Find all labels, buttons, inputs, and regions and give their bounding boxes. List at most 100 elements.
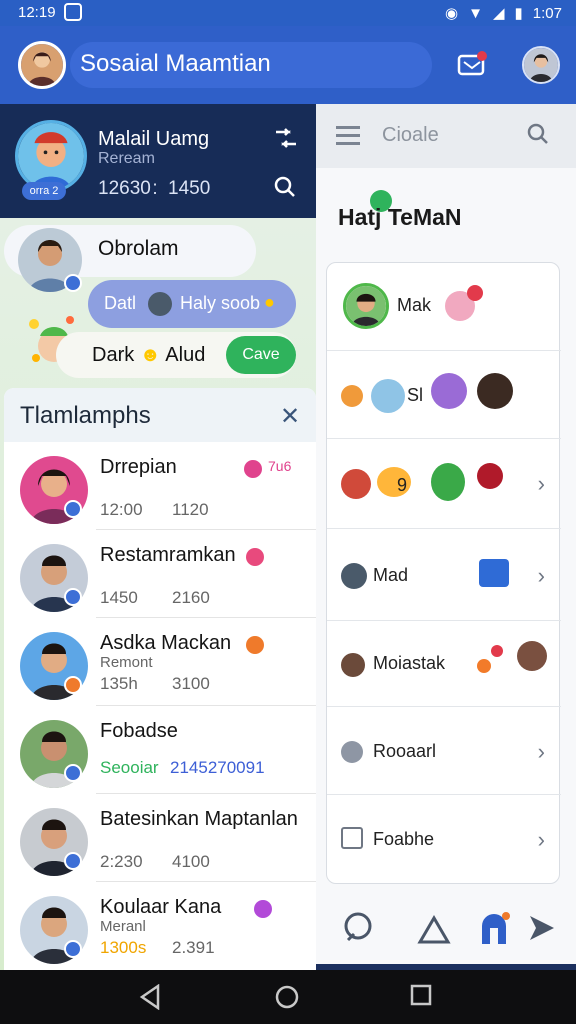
contacts-title: Tlamlamphs: [20, 402, 151, 429]
home-icon[interactable]: [274, 984, 300, 1010]
contact-time-b: 2145270091: [170, 758, 265, 777]
online-badge: [64, 274, 82, 292]
red-badge-icon: [467, 285, 483, 301]
friend-item[interactable]: Mad ›: [327, 529, 561, 621]
contact-name: Koulaar Kana: [100, 896, 222, 918]
friend-item[interactable]: Moiastak: [327, 621, 561, 707]
dot-icon: [491, 645, 503, 657]
profile-header: orra 2 Malail Uamg Reream 12630 : 1450: [0, 104, 316, 218]
messages-icon[interactable]: [456, 50, 488, 78]
friend-avatar: [477, 373, 513, 409]
chat-text-3b: Alud: [165, 344, 206, 366]
contact-row[interactable]: Fobadse Seooiar 2145270091: [4, 706, 316, 794]
alarm-icon: ◉: [445, 5, 459, 22]
profile-stat-b: 1450: [168, 178, 211, 199]
share-tab-icon[interactable]: [524, 910, 560, 946]
contacts-header: Tlamlamphs ✕: [4, 388, 316, 442]
circle-icon: [341, 741, 363, 763]
friend-item[interactable]: Foabhe ›: [327, 795, 561, 883]
online-badge: [64, 940, 82, 958]
bottom-tabs: [316, 896, 576, 964]
chevron-right-icon[interactable]: ›: [538, 739, 545, 765]
friends-title: Hatj TeMaN: [338, 204, 462, 230]
close-icon[interactable]: ✕: [280, 402, 300, 431]
mini-avatar: [148, 292, 172, 316]
chevron-right-icon[interactable]: ›: [538, 563, 545, 589]
contact-time-a: Seooiar: [100, 758, 159, 777]
home-tab-icon[interactable]: [476, 910, 512, 946]
profile-stat-a: 12630 :: [98, 178, 158, 199]
friends-panel: Cioale Hatj TeMaN Mak Sl 9 › Mad › Moias…: [316, 104, 576, 964]
app-bar: Sosaial Maamtian: [0, 26, 576, 104]
friend-avatar: [341, 653, 365, 677]
contact-time-b: 3100: [172, 674, 210, 693]
search-icon[interactable]: [526, 122, 550, 146]
berry-sticker-icon: [477, 463, 503, 489]
my-avatar[interactable]: [18, 41, 66, 89]
online-badge: [64, 588, 82, 606]
status-time: 12:19: [18, 4, 56, 21]
contact-name: Asdka Mackan: [100, 632, 232, 654]
friend-item[interactable]: Sl: [327, 351, 561, 439]
status-bar: 12:19 ◉ ▼ ◢ ▮ 1:07: [0, 0, 576, 26]
contact-sub: Meranl: [100, 918, 146, 935]
smile-icon: ☻: [139, 344, 161, 366]
chevron-right-icon[interactable]: ›: [538, 827, 545, 853]
contact-time-a: 1300s: [100, 938, 147, 957]
contact-time-b: 2160: [172, 588, 210, 607]
contact-time-a: 135h: [100, 674, 138, 693]
app-title: Sosaial Maamtian: [80, 50, 271, 77]
friend-item[interactable]: Mak: [327, 263, 561, 351]
star-icon: [246, 636, 264, 654]
friend-avatar: [343, 283, 389, 329]
friend-avatar: [517, 641, 547, 671]
friend-item[interactable]: Rooaarl ›: [327, 707, 561, 795]
friend-item[interactable]: 9 ›: [327, 439, 561, 529]
chat-text-1: Obrolam: [98, 237, 179, 260]
contact-row[interactable]: Restamramkan 1450 2160: [4, 530, 316, 618]
online-badge: [64, 764, 82, 782]
friend-label: Rooaarl: [373, 741, 437, 761]
contact-name: Fobadse: [100, 720, 178, 742]
chevron-right-icon[interactable]: ›: [538, 471, 545, 497]
chat-tab-icon[interactable]: [340, 910, 376, 946]
contacts-panel: Tlamlamphs ✕ Drrepian 12:00 1120 7u6 Res…: [4, 388, 316, 970]
contact-time-a: 2:230: [100, 852, 143, 871]
back-icon[interactable]: [138, 984, 162, 1010]
monkey-sticker-icon: [341, 469, 371, 499]
friend-label: Moiastak: [373, 653, 446, 673]
people-tab-icon[interactable]: [416, 910, 452, 946]
recents-icon[interactable]: [410, 984, 432, 1006]
battery-icon: ▮: [514, 5, 523, 22]
online-badge: [64, 852, 82, 870]
account-avatar[interactable]: [522, 46, 560, 84]
contact-row[interactable]: Asdka Mackan Remont 135h 3100: [4, 618, 316, 706]
contact-sub: Remont: [100, 654, 153, 671]
search-icon[interactable]: [274, 176, 296, 198]
chat-text-3a: Dark: [92, 344, 135, 366]
contact-row[interactable]: Drrepian 12:00 1120 7u6: [4, 442, 316, 530]
online-badge: [64, 500, 82, 518]
contact-time-b: 4100: [172, 852, 210, 871]
search-placeholder: Cioale: [382, 124, 439, 146]
contact-time-a: 1450: [100, 588, 138, 607]
save-button[interactable]: Cave: [226, 336, 296, 374]
page-icon: [341, 827, 363, 849]
chat-text-2b: Haly soob: [180, 293, 261, 313]
shuffle-icon[interactable]: [274, 126, 298, 150]
profile-name: Malail Uamg: [98, 128, 210, 150]
profile-subtitle: Reream: [98, 150, 155, 167]
contact-row[interactable]: Batesinkan Maptanlan 2:230 4100: [4, 794, 316, 882]
contact-tag: 7u6: [268, 458, 292, 474]
contact-name: Drrepian: [100, 456, 177, 478]
friend-label: Foabhe: [373, 829, 435, 849]
friend-label: Sl: [407, 385, 424, 405]
menu-icon[interactable]: [336, 126, 360, 145]
friend-label: Mak: [397, 295, 432, 315]
status-time-right: 1:07: [532, 4, 562, 22]
chat-text-3: Dark ☻ Alud: [92, 344, 205, 367]
search-bar[interactable]: Cioale: [316, 104, 576, 168]
contact-time-b: 2.391: [172, 938, 215, 957]
contact-time-b: 1120: [172, 500, 209, 519]
contact-row[interactable]: Koulaar Kana Meranl 1300s 2.391: [4, 882, 316, 970]
